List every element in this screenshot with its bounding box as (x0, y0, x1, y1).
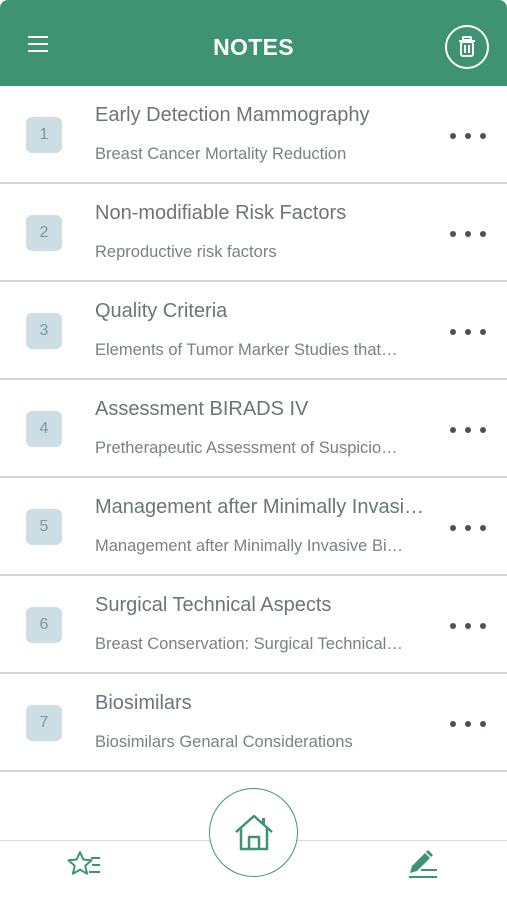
note-number-badge: 5 (26, 509, 62, 545)
note-subtitle: Breast Cancer Mortality Reduction (95, 145, 347, 163)
note-number-badge: 4 (26, 411, 62, 447)
note-number-badge: 2 (26, 215, 62, 251)
notes-list: 1 Early Detection Mammography Breast Can… (0, 86, 507, 772)
note-number-badge: 7 (26, 705, 62, 741)
page-title: NOTES (213, 34, 294, 60)
note-number-badge: 1 (26, 117, 62, 153)
list-item[interactable]: 5 Management after Minimally Invasi… Man… (0, 478, 507, 576)
more-horizontal-icon[interactable] (450, 426, 486, 434)
more-horizontal-icon[interactable] (450, 524, 486, 532)
more-horizontal-icon[interactable] (450, 720, 486, 728)
more-horizontal-icon[interactable] (450, 622, 486, 630)
note-subtitle: Elements of Tumor Marker Studies that… (95, 341, 398, 359)
pen-edit-icon[interactable] (405, 849, 441, 881)
trash-icon[interactable] (445, 25, 489, 69)
list-item[interactable]: 7 Biosimilars Biosimilars Genaral Consid… (0, 674, 507, 772)
note-number-badge: 3 (26, 313, 62, 349)
note-title: Quality Criteria (95, 300, 228, 322)
list-item[interactable]: 6 Surgical Technical Aspects Breast Cons… (0, 576, 507, 674)
home-icon (234, 814, 273, 850)
more-horizontal-icon[interactable] (450, 328, 486, 336)
note-title: Biosimilars (95, 692, 192, 714)
star-list-icon[interactable] (66, 849, 104, 881)
note-subtitle: Breast Conservation: Surgical Technical… (95, 635, 403, 653)
list-item[interactable]: 4 Assessment BIRADS IV Pretherapeutic As… (0, 380, 507, 478)
list-item[interactable]: 1 Early Detection Mammography Breast Can… (0, 86, 507, 184)
note-subtitle: Pretherapeutic Assessment of Suspicio… (95, 439, 398, 457)
list-item[interactable]: 3 Quality Criteria Elements of Tumor Mar… (0, 282, 507, 380)
more-horizontal-icon[interactable] (450, 230, 486, 238)
note-number-badge: 6 (26, 607, 62, 643)
note-title: Early Detection Mammography (95, 104, 370, 126)
note-title: Surgical Technical Aspects (95, 594, 332, 616)
more-horizontal-icon[interactable] (450, 132, 486, 140)
note-title: Assessment BIRADS IV (95, 398, 309, 420)
note-title: Non-modifiable Risk Factors (95, 202, 347, 224)
note-subtitle: Management after Minimally Invasive Bi… (95, 537, 404, 555)
home-button[interactable] (209, 788, 298, 877)
note-title: Management after Minimally Invasi… (95, 496, 425, 518)
note-subtitle: Biosimilars Genaral Considerations (95, 733, 353, 751)
list-item[interactable]: 2 Non-modifiable Risk Factors Reproducti… (0, 184, 507, 282)
note-subtitle: Reproductive risk factors (95, 243, 277, 261)
app-header: NOTES (0, 0, 507, 86)
